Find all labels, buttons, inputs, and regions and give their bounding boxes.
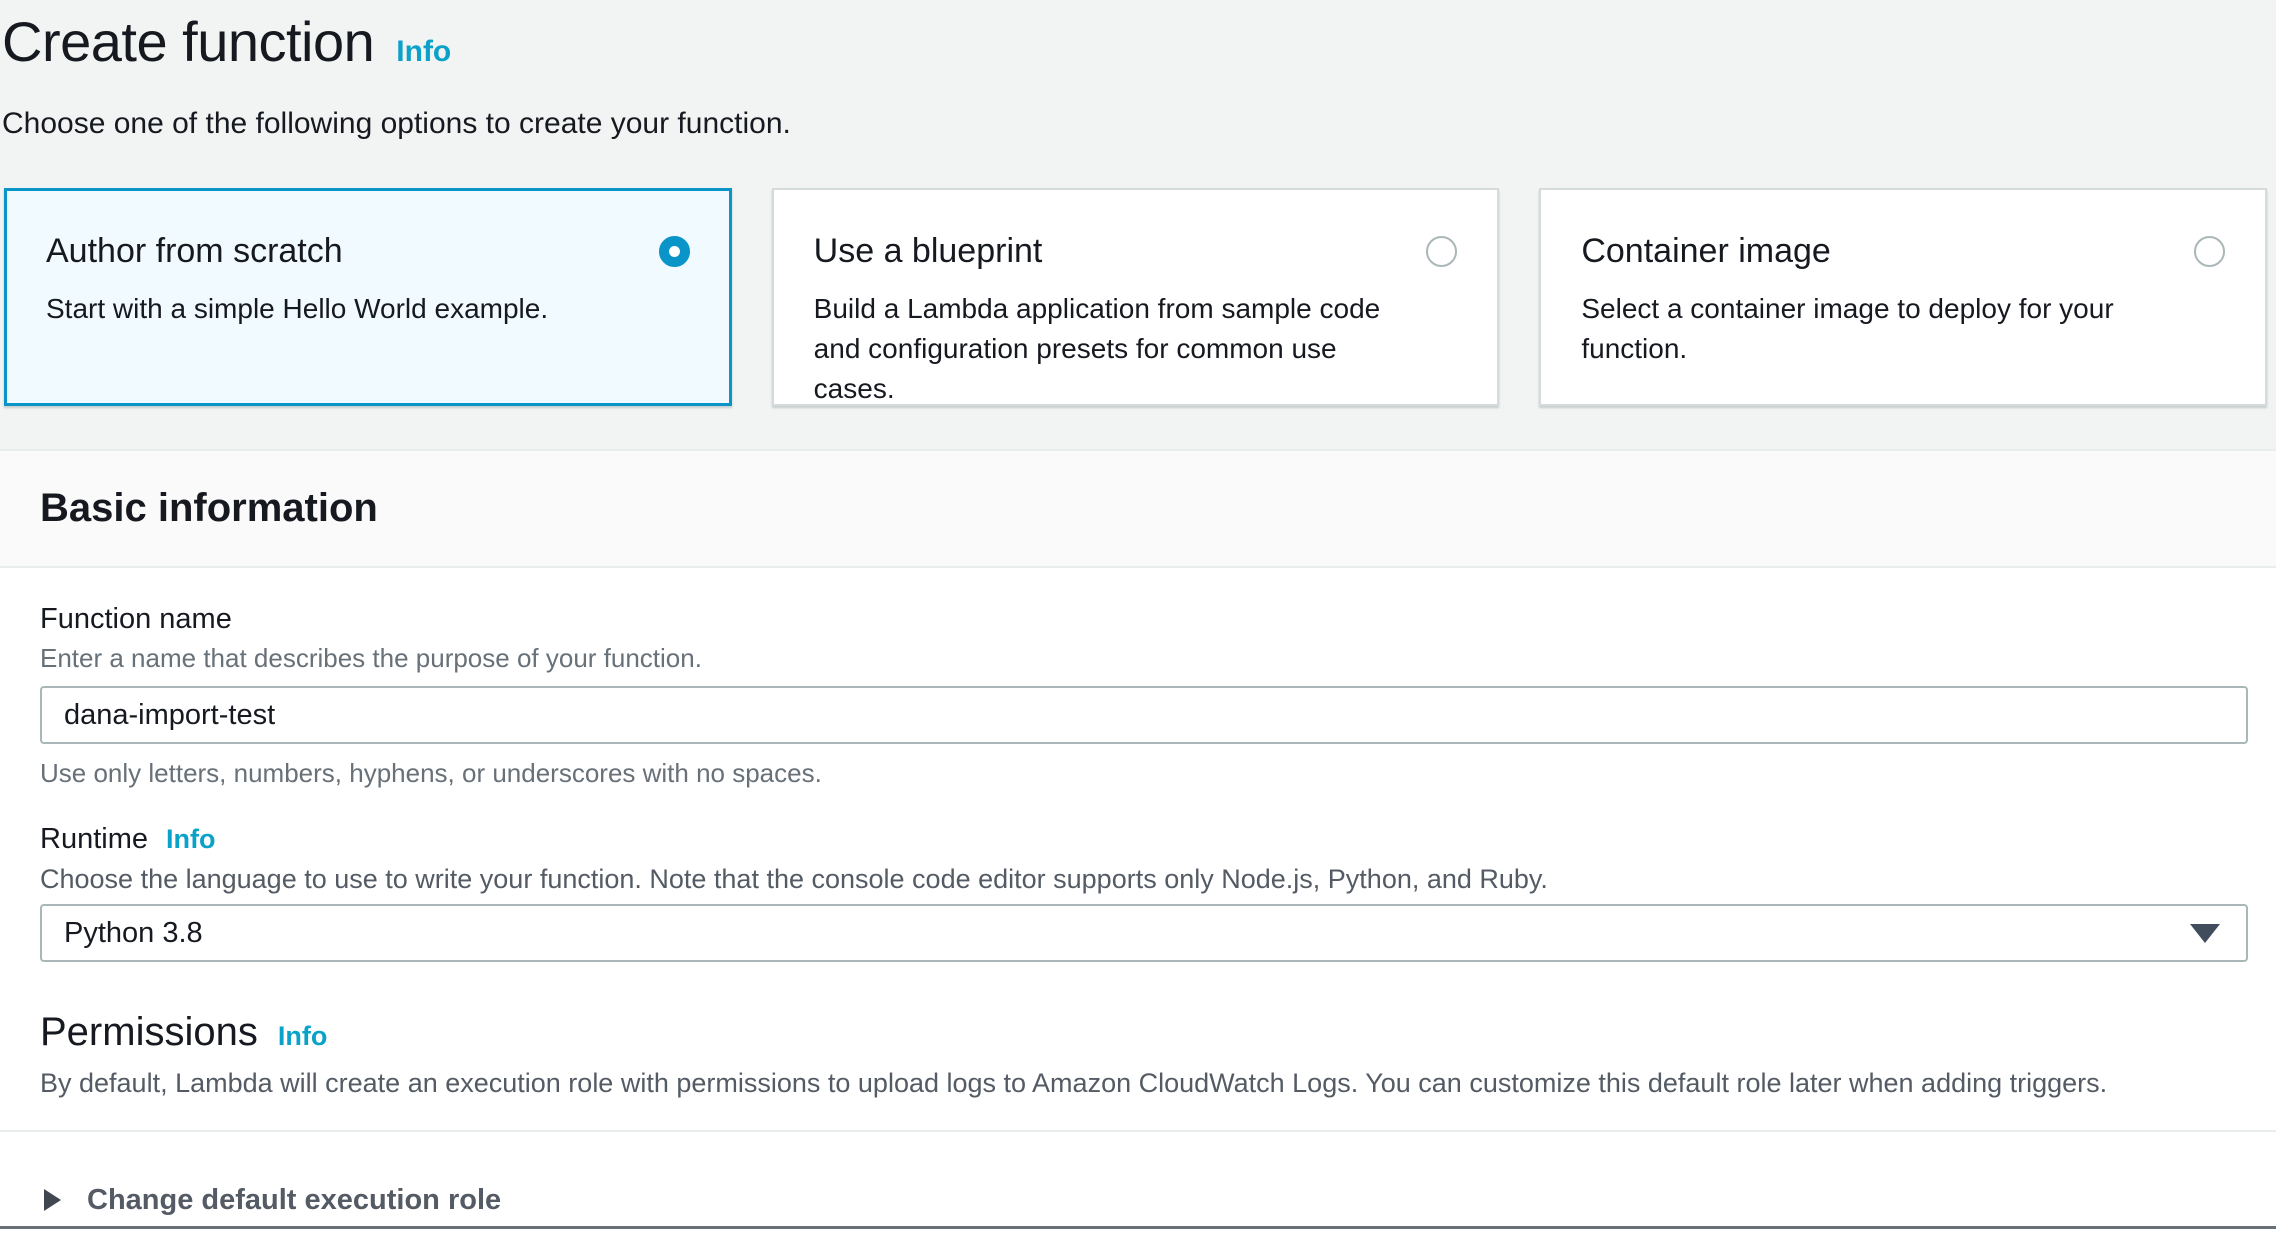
runtime-label-row: Runtime Info (40, 822, 2248, 856)
runtime-selected-value: Python 3.8 (64, 917, 203, 950)
permissions-heading-row: Permissions Info (40, 1008, 2248, 1056)
runtime-select[interactable]: Python 3.8 (40, 904, 2248, 962)
card-description: Start with a simple Hello World example. (46, 289, 646, 329)
option-card-use-a-blueprint[interactable]: Use a blueprint Build a Lambda applicati… (772, 188, 1500, 406)
create-function-page: Create function Info Choose one of the f… (0, 0, 2276, 1238)
page-subtitle: Choose one of the following options to c… (2, 106, 2276, 142)
expander-label: Change default execution role (87, 1184, 501, 1217)
function-name-input[interactable] (40, 686, 2248, 744)
option-card-container-image[interactable]: Container image Select a container image… (1539, 188, 2267, 406)
card-description: Build a Lambda application from sample c… (814, 289, 1414, 409)
card-title-author-from-scratch: Author from scratch (46, 232, 343, 271)
page-title: Create function (2, 8, 374, 76)
page-title-info-link[interactable]: Info (396, 35, 451, 69)
card-title-row: Author from scratch (46, 232, 690, 271)
creation-option-cards: Author from scratch Start with a simple … (2, 188, 2276, 406)
card-title-container-image: Container image (1581, 232, 1830, 271)
runtime-label: Runtime (40, 822, 148, 856)
change-default-execution-role-expander[interactable]: Change default execution role (0, 1132, 2276, 1226)
radio-unselected-icon[interactable] (2194, 236, 2225, 267)
bottom-rule (0, 1226, 2276, 1229)
card-title-row: Container image (1581, 232, 2225, 271)
basic-information-panel: Basic information Function name Enter a … (0, 451, 2276, 1229)
card-description: Select a container image to deploy for y… (1581, 289, 2181, 369)
permissions-description: By default, Lambda will create an execut… (40, 1066, 2248, 1100)
page-header: Create function Info Choose one of the f… (0, 0, 2276, 451)
basic-information-header: Basic information (0, 451, 2276, 568)
card-title-use-a-blueprint: Use a blueprint (814, 232, 1043, 271)
function-name-constraint: Use only letters, numbers, hyphens, or u… (40, 758, 2248, 788)
function-name-label: Function name (40, 602, 232, 636)
chevron-down-icon (2190, 924, 2220, 943)
card-title-row: Use a blueprint (814, 232, 1458, 271)
runtime-field: Runtime Info Choose the language to use … (40, 822, 2248, 962)
runtime-help: Choose the language to use to write your… (40, 862, 2248, 896)
runtime-info-link[interactable]: Info (166, 824, 215, 855)
permissions-info-link[interactable]: Info (278, 1021, 327, 1052)
radio-selected-icon[interactable] (659, 236, 690, 267)
function-name-help: Enter a name that describes the purpose … (40, 642, 2248, 674)
option-card-author-from-scratch[interactable]: Author from scratch Start with a simple … (4, 188, 732, 406)
caret-right-icon (44, 1189, 61, 1211)
title-row: Create function Info (2, 8, 2276, 76)
basic-information-heading: Basic information (40, 486, 378, 531)
permissions-heading: Permissions (40, 1008, 258, 1056)
radio-unselected-icon[interactable] (1426, 236, 1457, 267)
function-name-field: Function name Enter a name that describe… (40, 602, 2248, 788)
basic-information-body: Function name Enter a name that describe… (0, 568, 2276, 1100)
